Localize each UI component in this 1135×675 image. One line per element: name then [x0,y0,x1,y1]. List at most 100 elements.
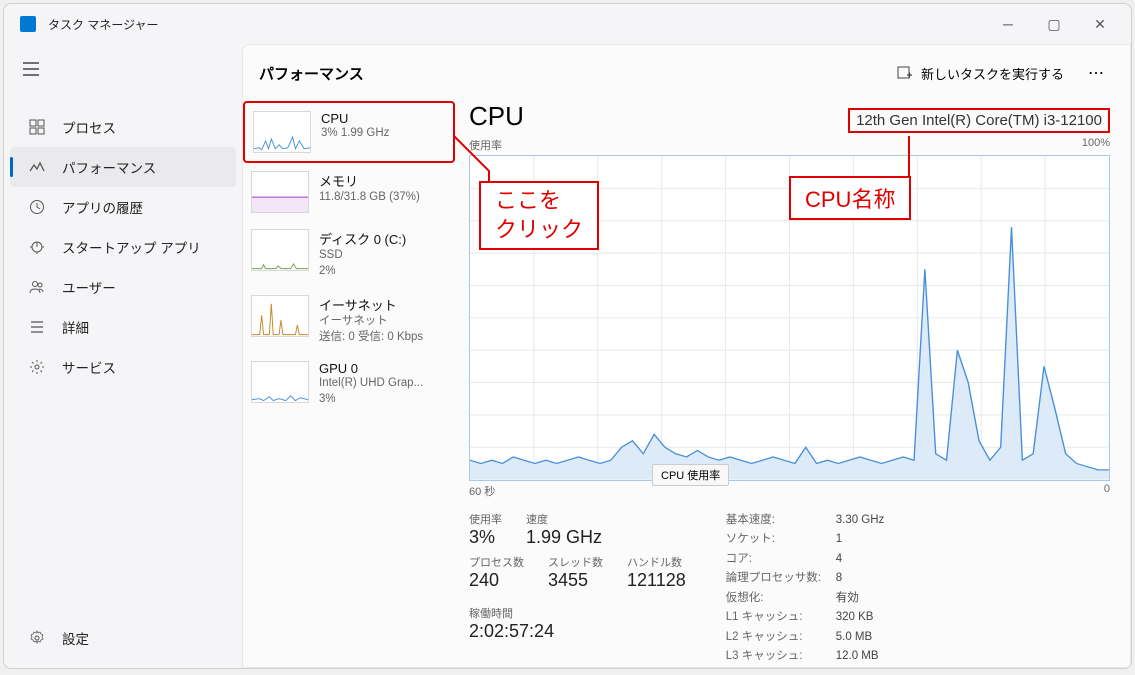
perf-name: ディスク 0 (C:) [319,229,447,248]
nav-label: 詳細 [62,317,89,337]
run-task-label: 新しいタスクを実行する [921,64,1064,83]
perf-name: イーサネット [319,295,447,314]
annotation-pointer [889,131,929,181]
spec-key: ソケット: [726,530,836,550]
annotation-cpu-name: CPU名称 [789,176,911,220]
page-title: パフォーマンス [259,63,364,84]
stat-speed: 1.99 GHz [526,527,602,548]
detail-title: CPU [469,101,524,132]
stat-label: スレッド数 [548,554,603,570]
cpu-model-name: 12th Gen Intel(R) Core(TM) i3-12100 [848,108,1110,133]
nav-users[interactable]: ユーザー [10,267,236,307]
stat-label: ハンドル数 [627,554,686,570]
settings-icon [26,630,48,646]
perf-item-disk[interactable]: ディスク 0 (C:) SSD 2% [243,221,455,287]
minimize-button[interactable]: ─ [985,8,1031,40]
perf-sub: 3% 1.99 GHz [321,126,445,142]
spec-key: 基本速度: [726,511,836,531]
spec-key: 論理プロセッサ数: [726,569,836,589]
nav-label: 設定 [62,628,89,648]
annotation-click-here: ここを クリック [479,181,599,250]
stat-handles: 121128 [627,570,686,591]
window-title: タスク マネージャー [48,16,159,33]
spec-virtualization: 有効 [836,589,859,609]
perf-name: CPU [321,111,445,126]
perf-sub: Intel(R) UHD Grap... 3% [319,376,447,407]
nav-label: アプリの履歴 [62,197,143,217]
processes-icon [26,119,48,135]
hamburger-icon [22,60,40,78]
app-icon [20,16,36,32]
cpu-stats: 使用率3% 速度1.99 GHz プロセス数240 スレッド数3455 ハンドル… [469,511,1110,667]
run-task-icon [897,65,913,81]
titlebar: タスク マネージャー ─ ▢ ✕ [4,4,1131,44]
run-task-button[interactable]: 新しいタスクを実行する [887,58,1074,89]
stat-label: 稼働時間 [469,605,686,621]
spec-l1: 320 KB [836,608,874,628]
stat-processes: 240 [469,570,524,591]
spec-key: 仮想化: [726,589,836,609]
menu-toggle[interactable] [4,48,242,95]
stat-usage: 3% [469,527,502,548]
nav-list: プロセス パフォーマンス アプリの履歴 スタートアップ アプリ ユーザー [4,107,242,387]
spec-key: L3 キャッシュ: [726,647,836,667]
nav-settings[interactable]: 設定 [10,618,236,658]
nav-services[interactable]: サービス [10,347,236,387]
cpu-thumb [253,111,311,153]
spec-key: コア: [726,550,836,570]
perf-sub: SSD 2% [319,248,447,279]
perf-item-ethernet[interactable]: イーサネット イーサネット 送信: 0 受信: 0 Kbps [243,287,455,353]
stat-threads: 3455 [548,570,603,591]
chart-ymax: 100% [1082,137,1110,153]
chart-tooltip: CPU 使用率 [652,464,729,486]
performance-icon [26,159,48,175]
spec-base-speed: 3.30 GHz [836,511,885,531]
spec-logical: 8 [836,569,842,589]
nav-label: ユーザー [62,277,116,297]
nav-label: サービス [62,357,116,377]
disk-thumb [251,229,309,271]
spec-l3: 12.0 MB [836,647,879,667]
sidebar: プロセス パフォーマンス アプリの履歴 スタートアップ アプリ ユーザー [4,44,242,668]
history-icon [26,199,48,215]
nav-details[interactable]: 詳細 [10,307,236,347]
nav-label: パフォーマンス [62,157,156,177]
maximize-button[interactable]: ▢ [1031,8,1077,40]
perf-item-cpu[interactable]: CPU 3% 1.99 GHz [243,101,455,163]
close-button[interactable]: ✕ [1077,8,1123,40]
spec-key: L1 キャッシュ: [726,608,836,628]
perf-item-gpu[interactable]: GPU 0 Intel(R) UHD Grap... 3% [243,353,455,415]
chart-xleft: 60 秒 [469,483,495,499]
stat-label: プロセス数 [469,554,524,570]
perf-sub: 11.8/31.8 GB (37%) [319,190,447,206]
nav-startup[interactable]: スタートアップ アプリ [10,227,236,267]
perf-list: CPU 3% 1.99 GHz メモリ 11.8/31.8 GB (37%) [243,101,459,667]
startup-icon [26,239,48,255]
ethernet-thumb [251,295,309,337]
content-header: パフォーマンス 新しいタスクを実行する ⋯ [243,45,1130,101]
gear-icon [26,359,48,375]
nav-label: スタートアップ アプリ [62,237,201,257]
nav-processes[interactable]: プロセス [10,107,236,147]
spec-l2: 5.0 MB [836,628,872,648]
gpu-thumb [251,361,309,403]
nav-label: プロセス [62,117,116,137]
nav-performance[interactable]: パフォーマンス [10,147,236,187]
perf-detail: CPU 12th Gen Intel(R) Core(TM) i3-12100 … [459,101,1130,667]
stat-label: 速度 [526,511,602,527]
users-icon [26,279,48,295]
spec-key: L2 キャッシュ: [726,628,836,648]
perf-sub: イーサネット 送信: 0 受信: 0 Kbps [319,314,447,345]
memory-thumb [251,171,309,213]
details-icon [26,319,48,335]
perf-item-memory[interactable]: メモリ 11.8/31.8 GB (37%) [243,163,455,221]
perf-name: GPU 0 [319,361,447,376]
spec-sockets: 1 [836,530,842,550]
nav-history[interactable]: アプリの履歴 [10,187,236,227]
content-pane: パフォーマンス 新しいタスクを実行する ⋯ CPU 3% 1.99 GHz [242,44,1131,668]
spec-cores: 4 [836,550,842,570]
more-button[interactable]: ⋯ [1078,57,1114,89]
perf-name: メモリ [319,171,447,190]
stat-label: 使用率 [469,511,502,527]
stat-uptime: 2:02:57:24 [469,621,686,642]
